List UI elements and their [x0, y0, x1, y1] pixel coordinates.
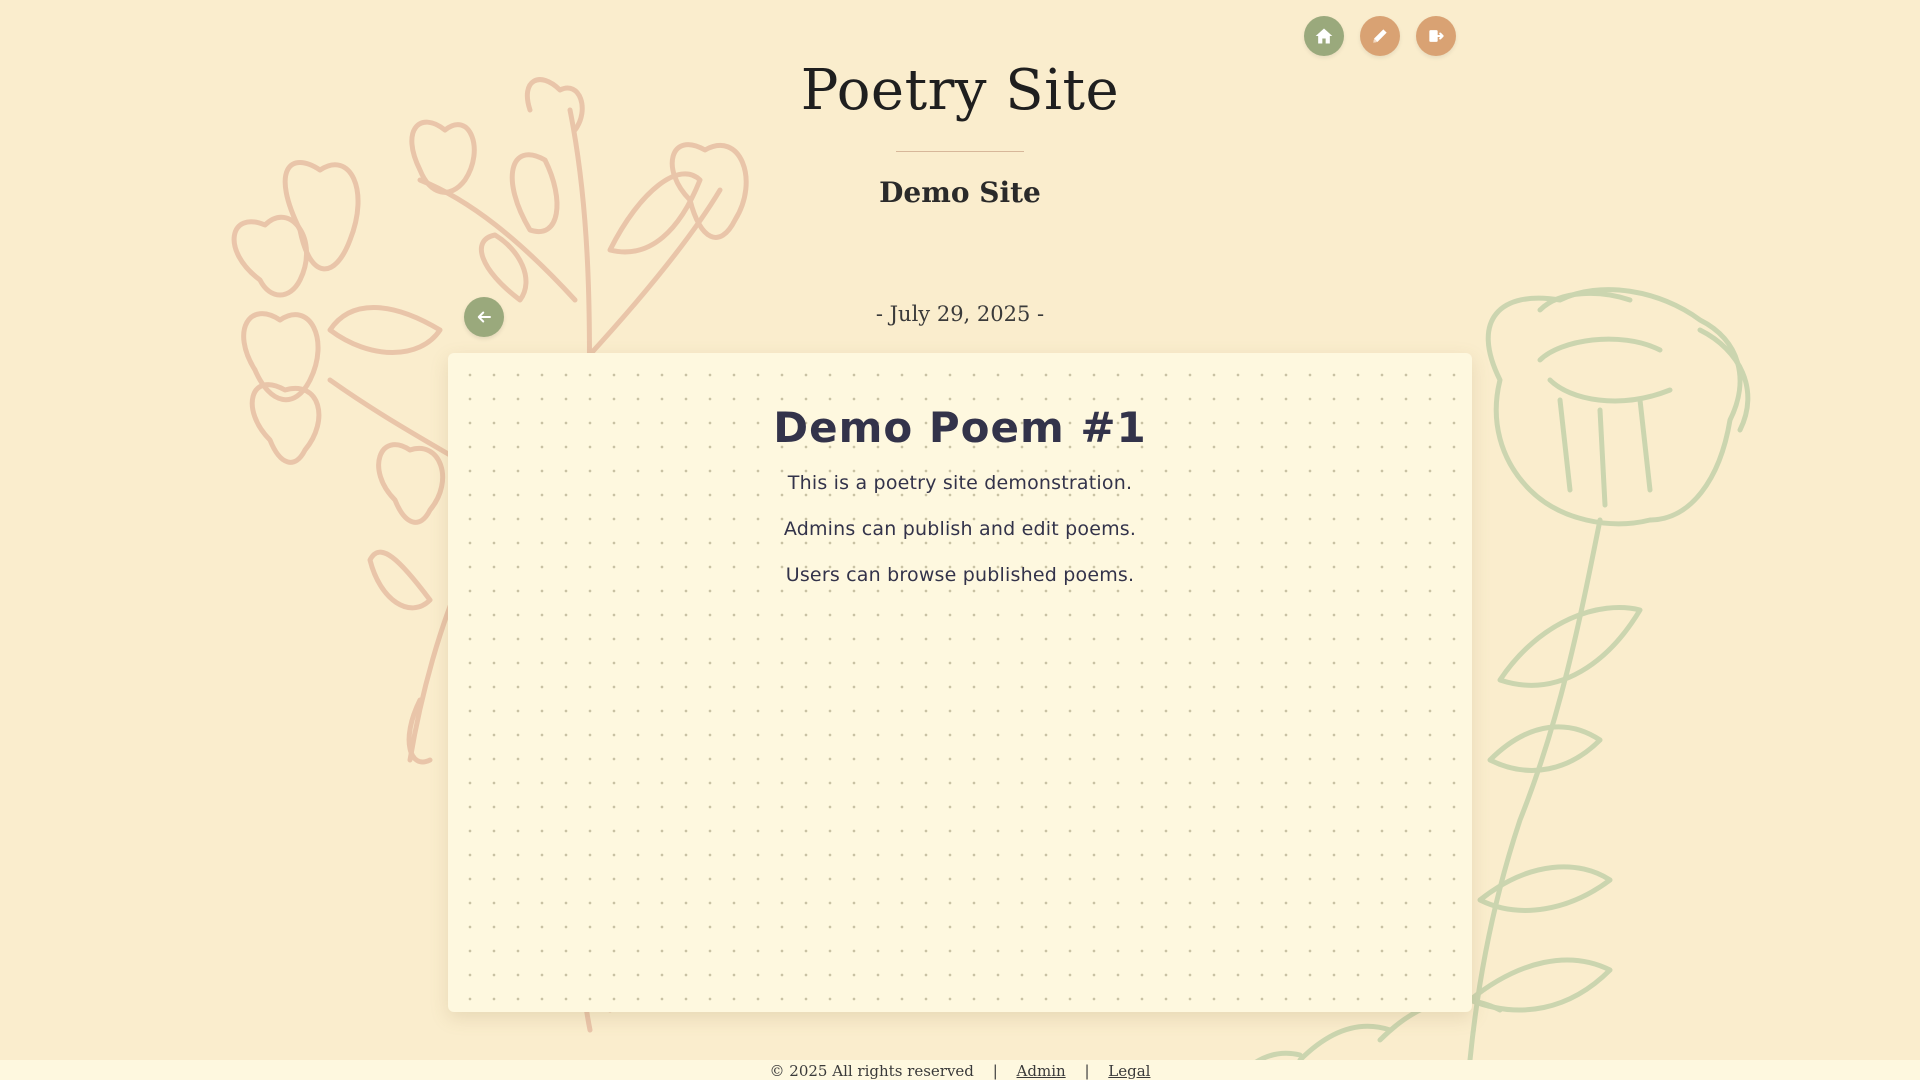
- footer-separator: |: [1084, 1062, 1090, 1080]
- title-divider: [896, 151, 1024, 152]
- poem-date: - July 29, 2025 -: [875, 302, 1045, 326]
- edit-button[interactable]: [1360, 16, 1400, 56]
- site-header: Poetry Site Demo Site: [0, 58, 1920, 209]
- poem-card: Demo Poem #1 This is a poetry site demon…: [448, 353, 1472, 1012]
- admin-link[interactable]: Admin: [1017, 1062, 1066, 1080]
- poem-title: Demo Poem #1: [773, 403, 1147, 452]
- poem-line: Admins can publish and edit poems.: [783, 518, 1137, 540]
- pencil-icon: [1373, 29, 1387, 43]
- poem-line: This is a poetry site demonstration.: [787, 472, 1133, 494]
- top-nav: [1304, 16, 1456, 56]
- poem-line: Users can browse published poems.: [785, 564, 1135, 586]
- footer-separator: |: [992, 1062, 998, 1080]
- site-title: Poetry Site: [800, 58, 1120, 123]
- home-icon: [1315, 28, 1333, 44]
- logout-button[interactable]: [1416, 16, 1456, 56]
- site-subtitle: Demo Site: [879, 176, 1041, 209]
- copyright-text: © 2025 All rights reserved: [769, 1062, 974, 1080]
- poem-body: Demo Poem #1 This is a poetry site demon…: [448, 403, 1472, 610]
- site-footer: © 2025 All rights reserved | Admin | Leg…: [0, 1060, 1920, 1080]
- home-button[interactable]: [1304, 16, 1344, 56]
- logout-icon: [1429, 30, 1444, 42]
- page: Poetry Site Demo Site - July 29, 2025 - …: [0, 0, 1920, 1080]
- legal-link[interactable]: Legal: [1108, 1062, 1150, 1080]
